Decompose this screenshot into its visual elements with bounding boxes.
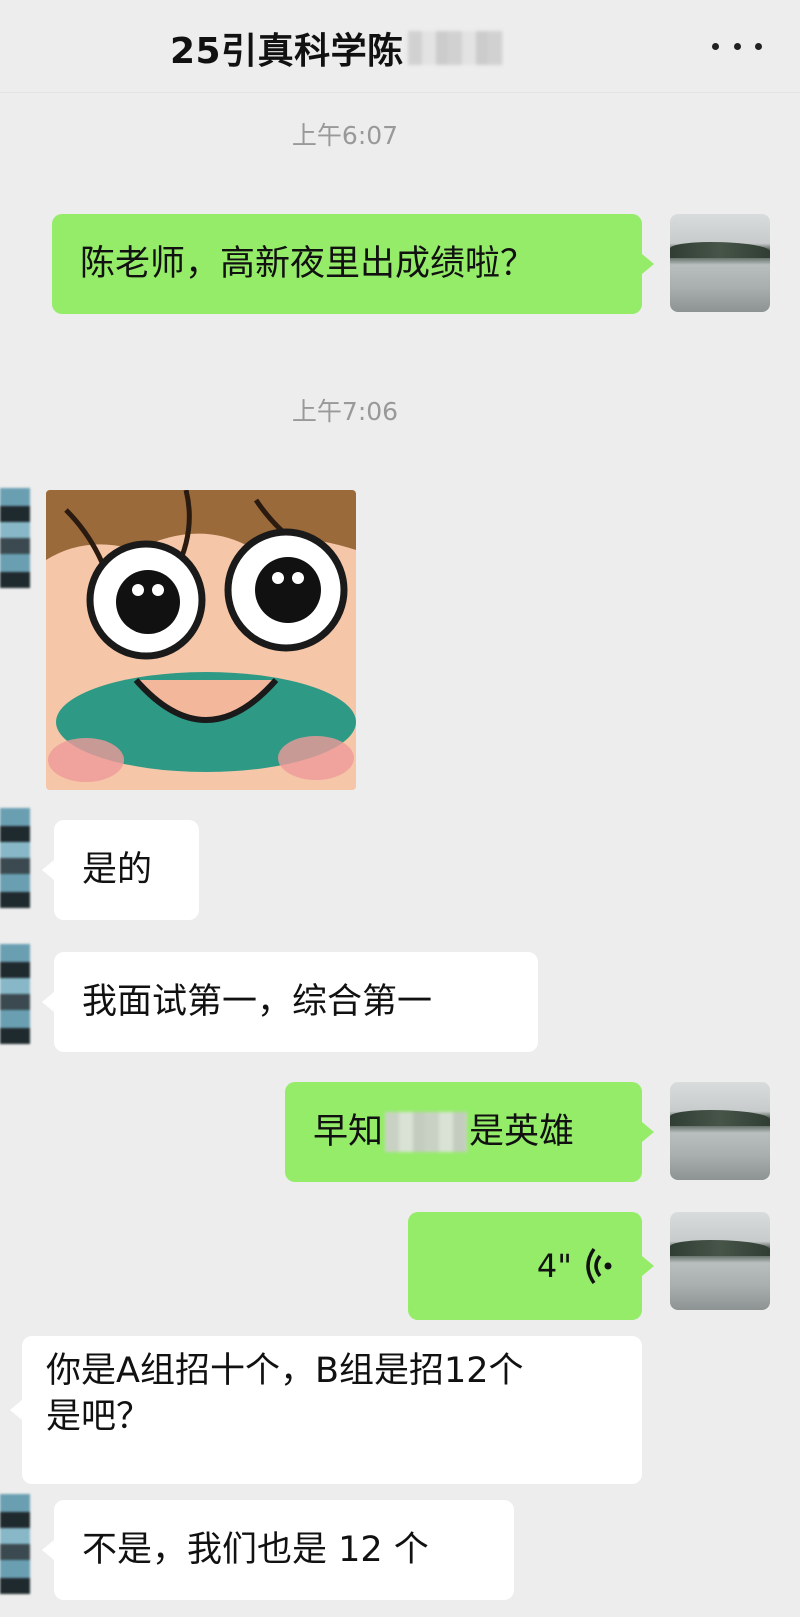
message-bubble-other[interactable]: 你是A组招十个，B组是招12个 是吧？ [10,1336,642,1484]
message-bubble-other[interactable]: 是的 [42,820,199,920]
my-avatar[interactable] [670,214,770,312]
message-text: 早知 [313,1112,384,1152]
voice-duration: 4" [536,1247,572,1285]
more-options-button[interactable] [712,34,762,58]
chat-title-wrap: 25引真科学陈 [170,18,503,78]
contact-avatar[interactable] [0,944,30,1044]
sticker-image[interactable] [46,490,356,790]
message-text: 是英雄 [469,1112,575,1152]
my-avatar[interactable] [670,1082,770,1180]
message-text-line: 是吧？ [46,1397,152,1437]
message-text: 陈老师，高新夜里出成绩啦？ [80,244,536,284]
chat-header: 25引真科学陈 [0,0,800,93]
message-text: 我面试第一，综合第一 [82,982,433,1022]
voice-wave-icon [586,1247,612,1285]
contact-avatar[interactable] [0,808,30,908]
redacted-text [385,1112,468,1152]
timestamp: 上午6:07 [291,121,399,150]
redacted-name [407,31,503,65]
contact-avatar[interactable] [0,1494,30,1594]
message-bubble-other[interactable]: 不是，我们也是 12 个 [42,1500,514,1600]
more-dots-icon [712,42,719,50]
more-dot [733,42,741,50]
message-bubble-self[interactable]: 早知 是英雄 [285,1082,654,1182]
my-avatar[interactable] [670,1212,770,1310]
contact-avatar[interactable] [0,488,30,588]
chat-title: 25引真科学陈 [170,31,404,72]
message-bubble-other[interactable]: 我面试第一，综合第一 [42,952,538,1052]
cartoon-face-sticker [46,490,356,790]
message-text: 不是，我们也是 12 个 [82,1530,429,1570]
voice-message-bubble[interactable]: 4" [408,1212,654,1320]
message-bubble-self[interactable]: 陈老师，高新夜里出成绩啦？ [52,214,654,314]
timestamp: 上午7:06 [291,397,399,426]
message-text-line: 你是A组招十个，B组是招12个 [46,1351,524,1391]
message-text: 是的 [82,850,153,890]
more-dot [755,42,762,50]
